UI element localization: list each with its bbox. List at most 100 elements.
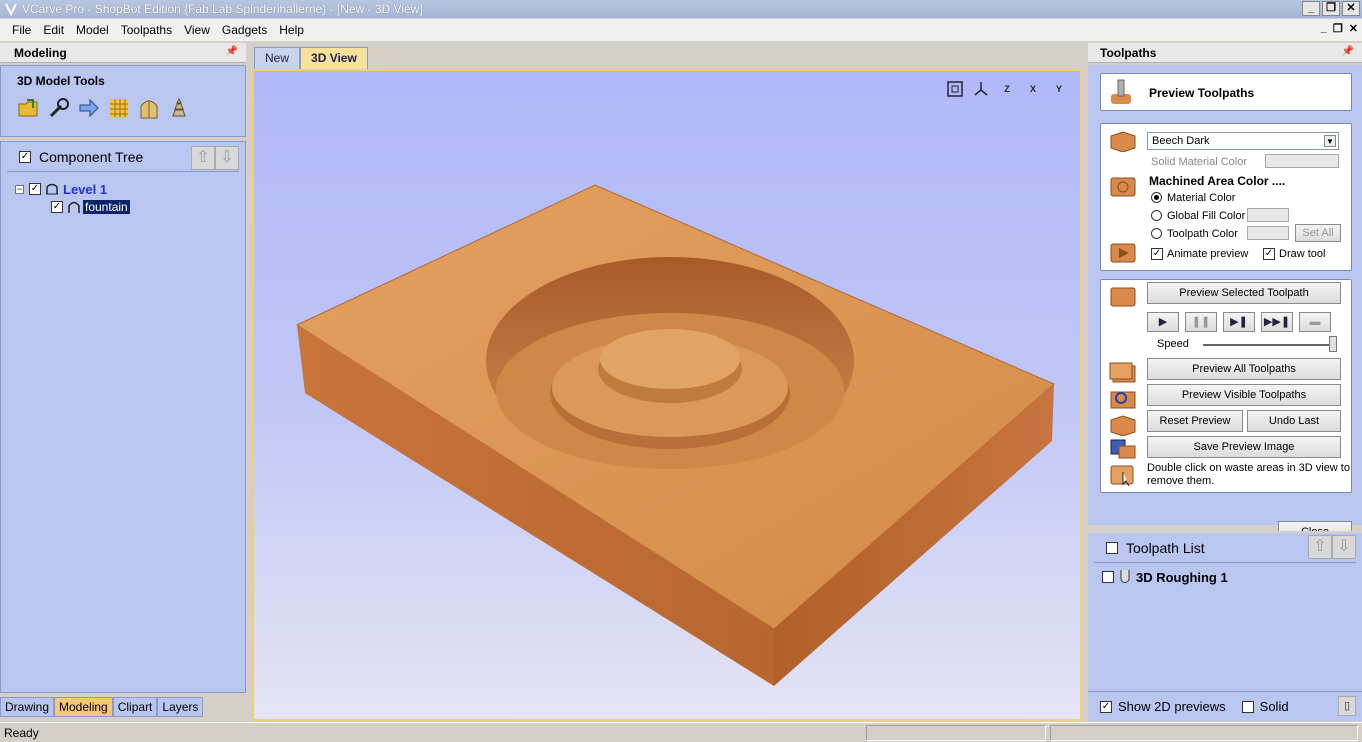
set-all-button[interactable]: Set All [1295, 224, 1341, 242]
solid-material-label: Solid Material Color [1151, 156, 1247, 168]
pin-icon[interactable]: 📌 [226, 46, 238, 57]
3d-viewport[interactable]: Z X Y [252, 69, 1082, 721]
radio-material-color-label: Material Color [1167, 192, 1236, 204]
level-label[interactable]: Level 1 [63, 182, 107, 197]
window-title: VCarve Pro - ShopBot Edition {Fab Lab Sp… [22, 2, 423, 16]
preview-visible-button[interactable]: Preview Visible Toolpaths [1147, 384, 1341, 406]
toolpath-tool-icon [1120, 570, 1130, 583]
radio-global-fill-label: Global Fill Color [1167, 210, 1246, 222]
solid-material-swatch[interactable] [1265, 154, 1339, 168]
mdi-close-button[interactable]: ✕ [1349, 22, 1358, 35]
toolpath-list-checkbox[interactable] [1106, 541, 1118, 554]
status-cell [866, 725, 1046, 741]
menu-help[interactable]: Help [273, 23, 310, 37]
component-checkbox[interactable]: ✓ [51, 201, 63, 213]
toolpath-move-up-button[interactable]: ⇧ [1308, 535, 1332, 559]
panel-header: Modeling 📌 [0, 43, 246, 63]
tab-3d-view[interactable]: 3D View [300, 47, 368, 69]
show-2d-previews-checkbox[interactable]: ✓ [1100, 700, 1112, 713]
preview-selected-icon [1110, 287, 1136, 307]
component-label[interactable]: fountain [83, 200, 130, 214]
import-component-icon[interactable] [17, 96, 41, 120]
tools-title: 3D Model Tools [17, 74, 105, 88]
tab-modeling[interactable]: Modeling [54, 697, 113, 717]
shape-tool-icon[interactable] [137, 96, 161, 120]
tab-drawing[interactable]: Drawing [0, 697, 55, 717]
tab-new[interactable]: New [254, 47, 301, 69]
left-panel-tabs: Drawing Modeling Clipart Layers [0, 697, 204, 717]
radio-material-color[interactable] [1151, 192, 1162, 203]
save-preview-image-button[interactable]: Save Preview Image [1147, 436, 1341, 458]
component-tree-checkbox[interactable]: ✓ [19, 150, 31, 163]
preview-toolpaths-title: Preview Toolpaths [1149, 86, 1255, 100]
move-down-button[interactable]: ⇩ [215, 146, 239, 170]
slice-icon[interactable] [167, 96, 191, 120]
menu-view[interactable]: View [178, 23, 216, 37]
modeling-panel: Modeling 📌 3D Model Tools ✓ Component Tr… [0, 43, 246, 717]
speed-slider-track[interactable] [1203, 344, 1337, 346]
chevron-down-icon: ▼ [1324, 135, 1336, 147]
collapse-icon[interactable]: − [15, 184, 24, 194]
menu-toolpaths[interactable]: Toolpaths [115, 23, 178, 37]
component-icon [68, 201, 80, 213]
toolpath-list-section: Toolpath List ⇧ ⇩ 3D Roughing 1 ✓ Show 2… [1088, 531, 1362, 721]
minimize-button[interactable]: _ [1302, 1, 1320, 16]
mdi-minimize-button[interactable]: _ [1321, 22, 1327, 35]
stop-button[interactable]: ▬ [1299, 312, 1331, 332]
toolpath-item-checkbox[interactable] [1102, 571, 1114, 583]
menu-gadgets[interactable]: Gadgets [216, 23, 273, 37]
preview-toolpaths-icon [1111, 79, 1131, 104]
tree-level-row[interactable]: − ✓ Level 1 [15, 180, 245, 198]
status-text: Ready [4, 726, 39, 740]
tab-clipart[interactable]: Clipart [112, 697, 158, 717]
tab-layers[interactable]: Layers [157, 697, 204, 717]
fast-forward-button[interactable]: ▶▶❚ [1261, 312, 1293, 332]
toolpath-move-down-button[interactable]: ⇩ [1332, 535, 1356, 559]
preview-all-button[interactable]: Preview All Toolpaths [1147, 358, 1341, 380]
solid-checkbox[interactable] [1241, 700, 1254, 713]
waste-hint-text: Double click on waste areas in 3D view t… [1147, 462, 1350, 487]
play-button[interactable]: ▶ [1147, 312, 1179, 332]
animate-preview-label: Animate preview [1167, 248, 1249, 260]
machined-area-label: Machined Area Color .... [1149, 174, 1286, 188]
material-select[interactable]: Beech Dark ▼ [1147, 132, 1339, 150]
maximize-button[interactable]: ❐ [1322, 1, 1340, 16]
save-image-icon [1110, 439, 1136, 459]
toolpath-list-item[interactable]: 3D Roughing 1 [1102, 569, 1362, 585]
title-bar: VCarve Pro - ShopBot Edition {Fab Lab Sp… [0, 0, 1362, 18]
draw-tool-checkbox[interactable]: ✓ [1263, 248, 1275, 260]
level-icon [46, 183, 58, 195]
tree-component-row[interactable]: ✓ fountain [51, 198, 245, 216]
global-fill-swatch[interactable] [1247, 208, 1289, 222]
pin-icon[interactable]: 📌 [1342, 46, 1354, 57]
texture-icon[interactable] [107, 96, 131, 120]
menu-edit[interactable]: Edit [37, 23, 70, 37]
panel-title: Modeling [14, 46, 67, 60]
reset-preview-button[interactable]: Reset Preview [1147, 410, 1243, 432]
status-bar: Ready [0, 722, 1362, 742]
radio-global-fill[interactable] [1151, 210, 1162, 221]
radio-toolpath-color[interactable] [1151, 228, 1162, 239]
menu-file[interactable]: File [6, 23, 37, 37]
preview-toolpaths-header-card: Preview Toolpaths [1100, 73, 1352, 111]
reset-preview-icon [1110, 415, 1136, 436]
move-component-icon[interactable] [77, 96, 101, 120]
undo-last-button[interactable]: Undo Last [1247, 410, 1341, 432]
step-button[interactable]: ▶❚ [1223, 312, 1255, 332]
preview-visible-icon [1110, 391, 1136, 409]
speed-label: Speed [1157, 338, 1189, 350]
model-tool-icon[interactable] [47, 96, 71, 120]
animate-preview-checkbox[interactable]: ✓ [1151, 248, 1163, 260]
toolpath-list-title: Toolpath List [1126, 539, 1205, 556]
toolpaths-panel: Toolpaths 📌 Preview Toolpaths Beech Dark… [1088, 43, 1362, 721]
pause-button[interactable]: ❚❚ [1185, 312, 1217, 332]
level-checkbox[interactable]: ✓ [29, 183, 41, 195]
close-window-button[interactable]: ✕ [1342, 1, 1360, 16]
mdi-restore-button[interactable]: ❐ [1333, 22, 1343, 35]
move-up-button[interactable]: ⇧ [191, 146, 215, 170]
menu-model[interactable]: Model [70, 23, 115, 37]
speed-slider-thumb[interactable] [1329, 336, 1337, 352]
toolpath-options-button[interactable]: ▯ [1338, 696, 1356, 716]
preview-selected-button[interactable]: Preview Selected Toolpath [1147, 282, 1341, 304]
toolpath-color-swatch[interactable] [1247, 226, 1289, 240]
